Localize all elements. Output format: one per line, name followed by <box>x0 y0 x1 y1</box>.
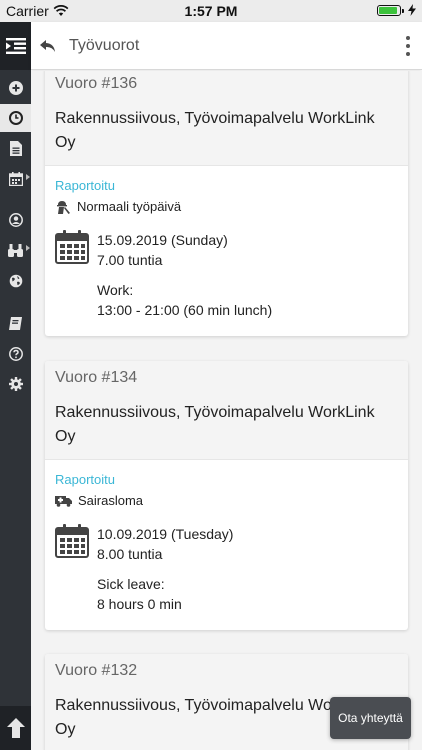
contact-button[interactable]: Ota yhteyttä <box>330 697 411 739</box>
calendar-icon <box>55 524 89 558</box>
sidebar-item-calendar[interactable] <box>0 165 31 193</box>
shift-day-type-label: Normaali työpäivä <box>77 199 182 214</box>
back-arrow-icon <box>40 39 55 52</box>
book-icon <box>9 316 22 330</box>
shift-day-type-label: Sairasloma <box>78 493 144 508</box>
sidebar-item-settings[interactable] <box>0 370 31 398</box>
worker-icon <box>57 200 70 214</box>
shift-detail-value: 8 hours 0 min <box>97 596 182 612</box>
binoculars-icon <box>8 243 23 257</box>
chevron-right-icon <box>26 245 30 251</box>
shift-card[interactable]: Vuoro #134 Rakennussiivous, Työvoimapalv… <box>45 361 408 630</box>
shift-hours: 7.00 tuntia <box>97 252 163 268</box>
shift-date-row: 10.09.2019 (Tuesday) 8.00 tuntia Sick le… <box>55 524 398 614</box>
shift-date-info: 10.09.2019 (Tuesday) 8.00 tuntia Sick le… <box>97 524 233 614</box>
shift-company: Rakennussiivous, Työvoimapalvelu WorkLin… <box>55 404 375 445</box>
back-button[interactable] <box>37 35 59 57</box>
shift-id: Vuoro #136 <box>55 75 138 92</box>
battery-icon <box>377 4 404 16</box>
status-right <box>377 4 416 16</box>
shift-id: Vuoro #134 <box>55 369 138 386</box>
clock-time: 1:57 PM <box>184 3 238 19</box>
sidebar-item-language[interactable] <box>0 267 31 295</box>
shift-day-type: Normaali työpäivä <box>55 199 398 214</box>
more-dot <box>406 52 410 56</box>
calendar-icon <box>8 172 23 186</box>
shift-card-header: Vuoro #134 Rakennussiivous, Työvoimapalv… <box>45 361 408 460</box>
calendar-icon <box>55 230 89 264</box>
shift-status[interactable]: Raportoitu <box>55 472 398 487</box>
scroll-top-button[interactable] <box>0 706 31 750</box>
sidebar-item-help[interactable] <box>0 340 31 368</box>
sidebar-toggle[interactable] <box>0 22 31 70</box>
document-icon <box>9 140 22 156</box>
shift-id: Vuoro #132 <box>55 662 138 679</box>
shift-card-body: Raportoitu Sairasloma 10.09.2019 (Tuesda… <box>45 460 408 630</box>
sidebar-item-shifts[interactable] <box>0 104 31 132</box>
shift-date-info: 15.09.2019 (Sunday) 7.00 tuntia Work: 13… <box>97 230 272 320</box>
shift-hours: 8.00 tuntia <box>97 546 163 562</box>
charging-bolt-icon <box>408 4 416 16</box>
shift-card[interactable]: Vuoro #136 Rakennussiivous, Työvoimapalv… <box>45 71 408 336</box>
globe-icon <box>9 274 22 288</box>
battery-level <box>379 6 397 14</box>
plus-circle-icon <box>8 81 23 95</box>
status-bar: Carrier 1:57 PM <box>0 0 422 22</box>
sidebar-item-profile[interactable] <box>0 206 31 234</box>
more-dot <box>406 36 410 40</box>
shift-company: Rakennussiivous, Työvoimapalvelu WorkLin… <box>55 110 375 151</box>
page-title: Työvuorot <box>69 37 140 54</box>
shift-status[interactable]: Raportoitu <box>55 178 398 193</box>
arrow-up-icon <box>6 718 25 738</box>
shift-date: 15.09.2019 (Sunday) <box>97 232 228 248</box>
sidebar <box>0 22 31 750</box>
shift-date-row: 15.09.2019 (Sunday) 7.00 tuntia Work: 13… <box>55 230 398 320</box>
chevron-right-icon <box>26 174 30 180</box>
shift-date: 10.09.2019 (Tuesday) <box>97 526 234 542</box>
ambulance-icon <box>55 495 72 507</box>
menu-collapse-icon <box>5 38 26 54</box>
help-icon <box>8 347 23 361</box>
shift-list[interactable]: Vuoro #136 Rakennussiivous, Työvoimapalv… <box>31 71 422 750</box>
gear-icon <box>8 377 23 391</box>
shift-detail-value: 13:00 - 21:00 (60 min lunch) <box>97 302 273 318</box>
shift-day-type: Sairasloma <box>55 493 398 508</box>
more-menu-button[interactable] <box>404 36 412 56</box>
user-circle-icon <box>8 213 23 227</box>
shift-card-body: Raportoitu Normaali työpäivä 15.09.2019 … <box>45 166 408 336</box>
clock-icon <box>8 111 23 125</box>
shift-detail-label: Sick leave: <box>97 576 165 592</box>
sidebar-item-search[interactable] <box>0 236 31 264</box>
sidebar-item-documents[interactable] <box>0 134 31 162</box>
shift-detail-label: Work: <box>97 282 134 298</box>
more-dot <box>406 44 410 48</box>
sidebar-item-manual[interactable] <box>0 309 31 337</box>
sidebar-item-add[interactable] <box>0 74 31 102</box>
shift-card-header: Vuoro #136 Rakennussiivous, Työvoimapalv… <box>45 71 408 166</box>
top-bar: Työvuorot <box>31 22 422 70</box>
